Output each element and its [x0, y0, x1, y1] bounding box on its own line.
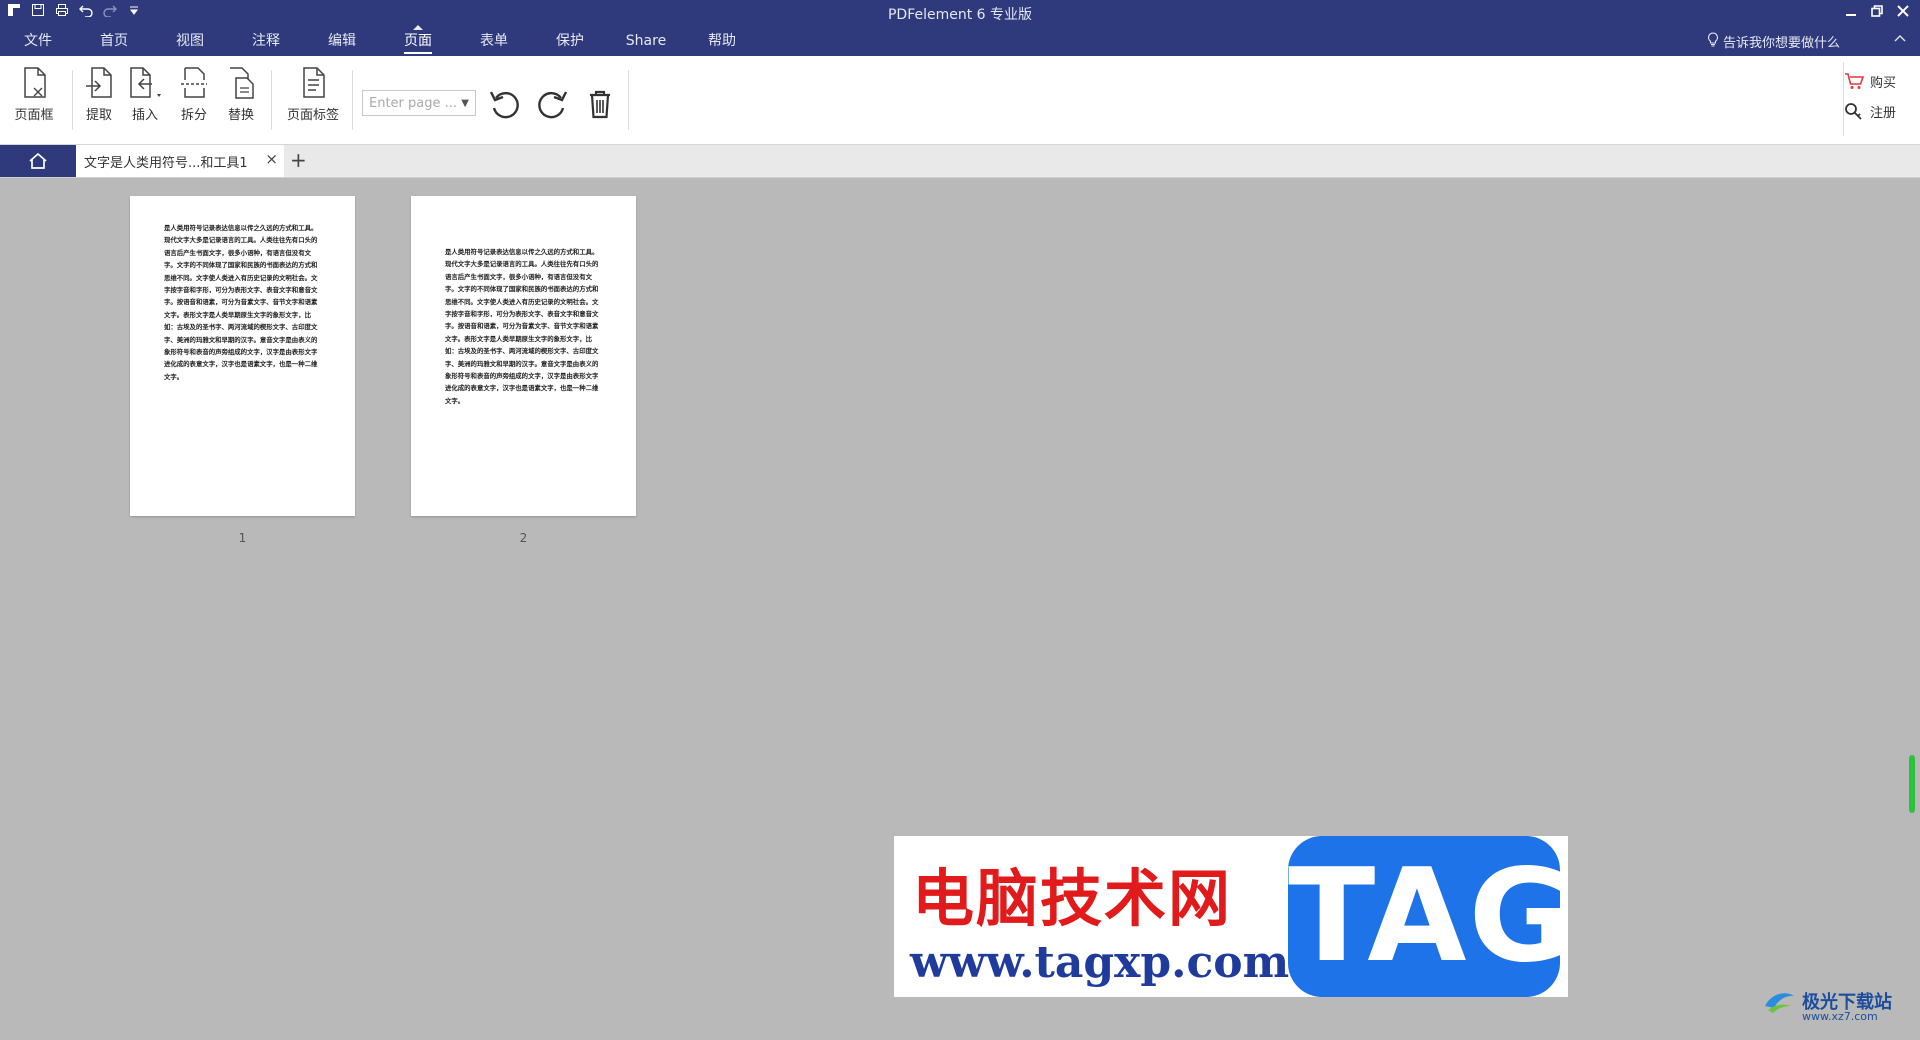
page-thumbnail[interactable]: 是人类用符号记录表达信息以传之久远的方式和工具。现代文字大多是记录语言的工具。人… [411, 196, 636, 516]
menu-home[interactable]: 首页 [76, 28, 152, 54]
menu-bar: 文件 首页 视图 注释 编辑 页面 表单 保护 Share 帮助 [0, 25, 760, 54]
menu-view[interactable]: 视图 [152, 28, 228, 54]
page-label-button[interactable]: 页面标签 [285, 66, 341, 132]
replace-icon [230, 67, 254, 99]
document-tab-bar: 文字是人类用符号...和工具1 × + [0, 145, 1920, 178]
account-panel: 购买 注册 [1844, 66, 1914, 126]
menu-help[interactable]: 帮助 [684, 28, 760, 54]
page-number: 2 [519, 531, 528, 545]
menu-comment[interactable]: 注释 [228, 28, 304, 54]
page-text: 是人类用符号记录表达信息以传之久远的方式和工具。现代文字大多是记录语言的工具。人… [164, 224, 318, 381]
insert-button[interactable]: 插入 [122, 66, 168, 132]
page-label-label: 页面标签 [286, 108, 339, 123]
watermark-banner: 电脑技术网 www.tagxp.com TAG [894, 836, 1574, 997]
watermark-site-name: 电脑技术网 [912, 862, 1233, 935]
document-tab-title: 文字是人类用符号...和工具1 [84, 156, 248, 171]
scroll-indicator[interactable] [1909, 755, 1915, 813]
menu-edit[interactable]: 编辑 [304, 28, 380, 54]
watermark-url: www.tagxp.com [910, 937, 1290, 988]
restore-icon[interactable] [1866, 1, 1888, 23]
extract-icon [86, 67, 112, 98]
menu-file[interactable]: 文件 [0, 28, 76, 54]
menu-page[interactable]: 页面 [380, 25, 456, 54]
page-number: 1 [238, 531, 247, 545]
page-range-input[interactable]: Enter page ... ▼ [362, 90, 476, 116]
close-tab-icon[interactable]: × [265, 150, 278, 168]
page-box-label: 页面框 [14, 108, 54, 123]
replace-label: 替换 [227, 108, 254, 123]
page-label-icon [303, 67, 325, 98]
split-label: 拆分 [180, 108, 207, 123]
collapse-ribbon-icon[interactable] [1894, 30, 1906, 46]
key-icon [1845, 103, 1862, 120]
extract-label: 提取 [85, 108, 112, 123]
replace-button[interactable]: 替换 [218, 66, 264, 132]
menu-form[interactable]: 表单 [456, 28, 532, 54]
register-label: 注册 [1870, 105, 1897, 121]
ribbon-separator [271, 70, 272, 130]
home-tab[interactable] [0, 145, 76, 177]
split-icon [181, 67, 207, 98]
page-text: 是人类用符号记录表达信息以传之久远的方式和工具。现代文字大多是记录语言的工具。人… [445, 248, 599, 405]
menu-protect[interactable]: 保护 [532, 28, 608, 54]
rotate-left-button[interactable] [487, 86, 523, 122]
add-tab-icon[interactable]: + [290, 148, 307, 172]
delete-icon [590, 90, 610, 119]
quick-access-toolbar [4, 3, 144, 23]
ribbon-separator [352, 70, 353, 130]
tell-me-label: 告诉我你想要做什么 [1722, 36, 1840, 51]
title-row: PDFelement 6 专业版 [0, 0, 1920, 26]
rotate-left-icon [489, 91, 519, 119]
rotate-right-icon [538, 91, 568, 119]
menu-share[interactable]: Share [608, 28, 684, 54]
delete-page-button[interactable] [582, 86, 618, 122]
ribbon-separator [72, 70, 73, 130]
lightbulb-icon [1707, 32, 1719, 51]
page-box-icon [24, 67, 46, 98]
page-thumbnail[interactable]: 是人类用符号记录表达信息以传之久远的方式和工具。现代文字大多是记录语言的工具。人… [130, 196, 355, 516]
cart-icon [1845, 73, 1864, 89]
corner-watermark-url: www.xz7.com [1802, 1010, 1878, 1023]
window-controls [1840, 1, 1914, 23]
customize-icon[interactable] [124, 3, 144, 23]
print-icon[interactable] [52, 3, 72, 23]
corner-watermark: 极光下载站 www.xz7.com [1762, 988, 1892, 1023]
redo-icon[interactable] [100, 3, 120, 23]
page-box-button[interactable]: 页面框 [11, 66, 57, 132]
aurora-logo-icon [1765, 993, 1794, 1013]
undo-icon[interactable] [76, 3, 96, 23]
extract-button[interactable]: 提取 [76, 66, 122, 132]
buy-button[interactable]: 购买 [1844, 66, 1914, 96]
document-tab[interactable]: 文字是人类用符号...和工具1 × [76, 145, 284, 177]
insert-label: 插入 [131, 108, 158, 123]
tell-me-search[interactable]: 告诉我你想要做什么 [1707, 32, 1840, 51]
rotate-right-button[interactable] [534, 86, 570, 122]
app-logo-icon[interactable] [4, 3, 24, 23]
window-title: PDFelement 6 专业版 [887, 7, 1033, 23]
insert-icon [130, 67, 161, 98]
chevron-down-icon[interactable]: ▼ [461, 91, 469, 117]
minimize-icon[interactable] [1840, 1, 1862, 23]
save-icon[interactable] [28, 3, 48, 23]
buy-label: 购买 [1870, 75, 1897, 91]
watermark-tag-logo: TAG [1288, 836, 1574, 997]
title-bar: PDFelement 6 专业版 文件 首页 视图 注释 编辑 页面 表单 保护… [0, 0, 1920, 56]
split-button[interactable]: 拆分 [171, 66, 217, 132]
close-icon[interactable] [1892, 1, 1914, 23]
page-range-placeholder: Enter page ... [369, 96, 458, 111]
ribbon-separator [628, 70, 629, 130]
home-icon [29, 152, 47, 169]
register-button[interactable]: 注册 [1844, 96, 1914, 126]
ribbon-toolbar: 页面框 提取 插入 拆分 替换 页面标签 Enter page ... ▼ 购买… [0, 56, 1920, 145]
